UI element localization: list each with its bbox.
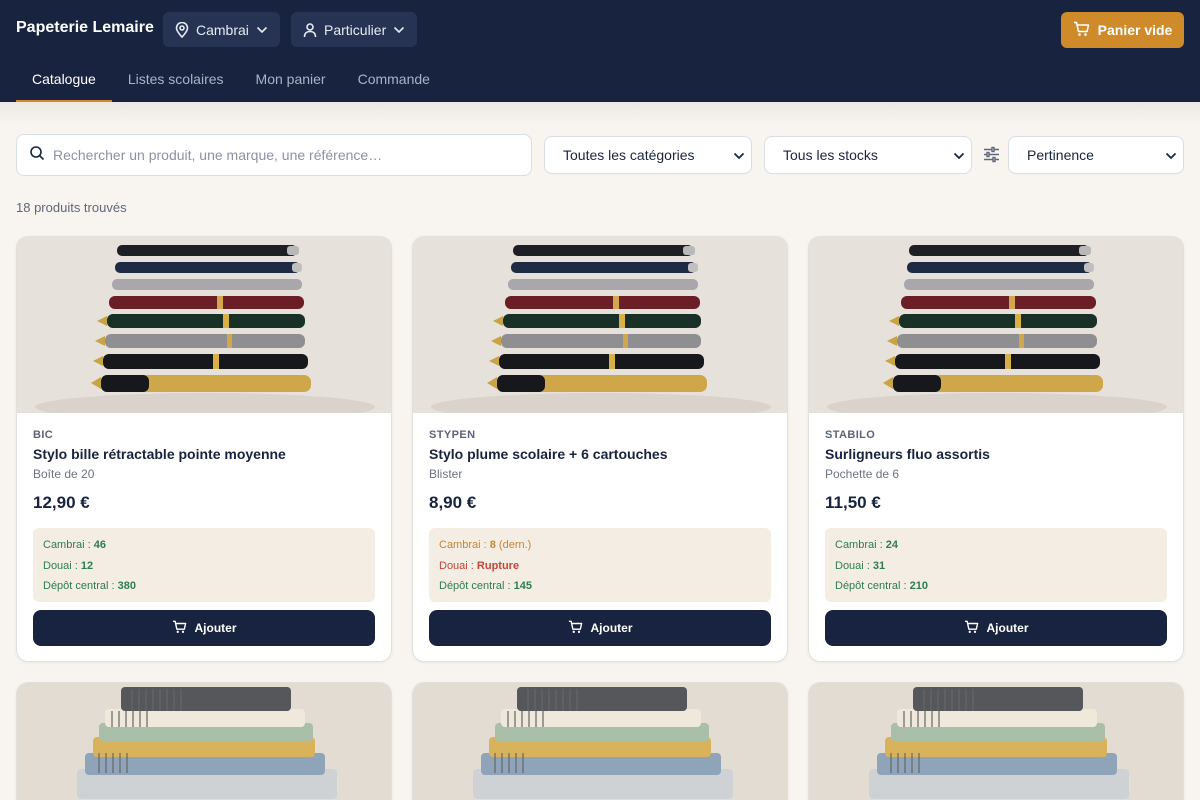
stock-row: Douai : 31	[835, 559, 886, 572]
chevron-down-icon	[393, 26, 405, 34]
sort-select[interactable]: Pertinence	[1008, 136, 1184, 174]
stock-row: Douai : Rupture	[439, 559, 520, 572]
header-shadow	[0, 102, 1200, 126]
add-to-cart-button[interactable]: Ajouter	[33, 610, 375, 646]
add-to-cart-label: Ajouter	[194, 621, 237, 635]
product-card	[412, 682, 788, 800]
product-brand: STABILO	[825, 429, 876, 441]
chevron-down-icon	[733, 147, 745, 163]
customer-type-selector[interactable]: Particulier	[291, 12, 418, 47]
cart-icon	[964, 620, 979, 637]
product-image	[413, 683, 787, 800]
stock-select-value: Tous les stocks	[783, 147, 878, 163]
chevron-down-icon	[1165, 147, 1177, 163]
product-image	[17, 683, 391, 800]
stock-row: Cambrai : 8 (dern.)	[439, 539, 532, 551]
chevron-down-icon	[953, 147, 965, 163]
stock-row: Dépôt central : 210	[835, 580, 928, 592]
product-brand: BIC	[33, 429, 54, 441]
cart-label: Panier vide	[1097, 22, 1173, 38]
product-image	[413, 237, 787, 413]
stock-select[interactable]: Tous les stocks	[764, 136, 972, 174]
store-name: Papeterie Lemaire	[16, 19, 154, 36]
customer-type-label: Particulier	[324, 21, 387, 38]
chevron-down-icon	[256, 26, 268, 34]
add-to-cart-label: Ajouter	[590, 621, 633, 635]
product-card: BIC Stylo bille rétractable pointe moyen…	[16, 236, 392, 662]
stock-row: Cambrai : 24	[835, 539, 898, 551]
stock-row: Cambrai : 46	[43, 539, 106, 551]
stock-panel: Cambrai : 24 Douai : 31 Dépôt central : …	[825, 528, 1167, 602]
stock-panel: Cambrai : 8 (dern.) Douai : Rupture Dépô…	[429, 528, 771, 602]
cart-icon	[568, 620, 583, 637]
tab-commande[interactable]: Commande	[342, 56, 446, 102]
location-label: Cambrai	[196, 21, 249, 38]
product-brand: STYPEN	[429, 429, 476, 441]
search-input[interactable]	[53, 147, 523, 163]
add-to-cart-label: Ajouter	[986, 621, 1029, 635]
add-to-cart-button[interactable]: Ajouter	[825, 610, 1167, 646]
user-icon	[303, 22, 317, 38]
product-price: 8,90 €	[429, 493, 477, 512]
tab-listes-scolaires[interactable]: Listes scolaires	[112, 56, 240, 102]
top-header: Papeterie Lemaire Cambrai Particulier Pa…	[0, 0, 1200, 102]
category-select-value: Toutes les catégories	[563, 147, 695, 163]
tab-mon-panier[interactable]: Mon panier	[240, 56, 342, 102]
stock-panel: Cambrai : 46 Douai : 12 Dépôt central : …	[33, 528, 375, 602]
sort-select-value: Pertinence	[1027, 147, 1094, 163]
product-packaging: Blister	[429, 467, 463, 481]
cart-icon	[172, 620, 187, 637]
search-icon	[29, 145, 45, 166]
product-name: Surligneurs fluo assortis	[825, 446, 990, 462]
product-image	[809, 683, 1183, 800]
product-card: STYPEN Stylo plume scolaire + 6 cartouch…	[412, 236, 788, 662]
product-name: Stylo bille rétractable pointe moyenne	[33, 446, 286, 462]
product-price: 12,90 €	[33, 493, 90, 512]
cart-button[interactable]: Panier vide	[1061, 12, 1184, 48]
search-box[interactable]	[16, 134, 532, 176]
results-count: 18 produits trouvés	[16, 200, 127, 215]
product-image	[809, 237, 1183, 413]
product-name: Stylo plume scolaire + 6 cartouches	[429, 446, 668, 462]
map-pin-icon	[175, 21, 189, 38]
cart-icon	[1073, 21, 1090, 40]
product-packaging: Boîte de 20	[33, 467, 95, 481]
stock-row: Dépôt central : 145	[439, 580, 532, 592]
product-packaging: Pochette de 6	[825, 467, 900, 481]
product-price: 11,50 €	[825, 493, 881, 512]
stock-row: Dépôt central : 380	[43, 580, 136, 592]
product-image	[17, 237, 391, 413]
product-card: STABILO Surligneurs fluo assortis Pochet…	[808, 236, 1184, 662]
product-card	[16, 682, 392, 800]
product-card	[808, 682, 1184, 800]
stock-row: Douai : 12	[43, 559, 94, 572]
category-select[interactable]: Toutes les catégories	[544, 136, 752, 174]
sliders-icon	[983, 146, 1000, 168]
tab-catalogue[interactable]: Catalogue	[16, 56, 112, 102]
location-selector[interactable]: Cambrai	[163, 12, 280, 47]
main-nav: Catalogue Listes scolaires Mon panier Co…	[16, 56, 446, 102]
add-to-cart-button[interactable]: Ajouter	[429, 610, 771, 646]
